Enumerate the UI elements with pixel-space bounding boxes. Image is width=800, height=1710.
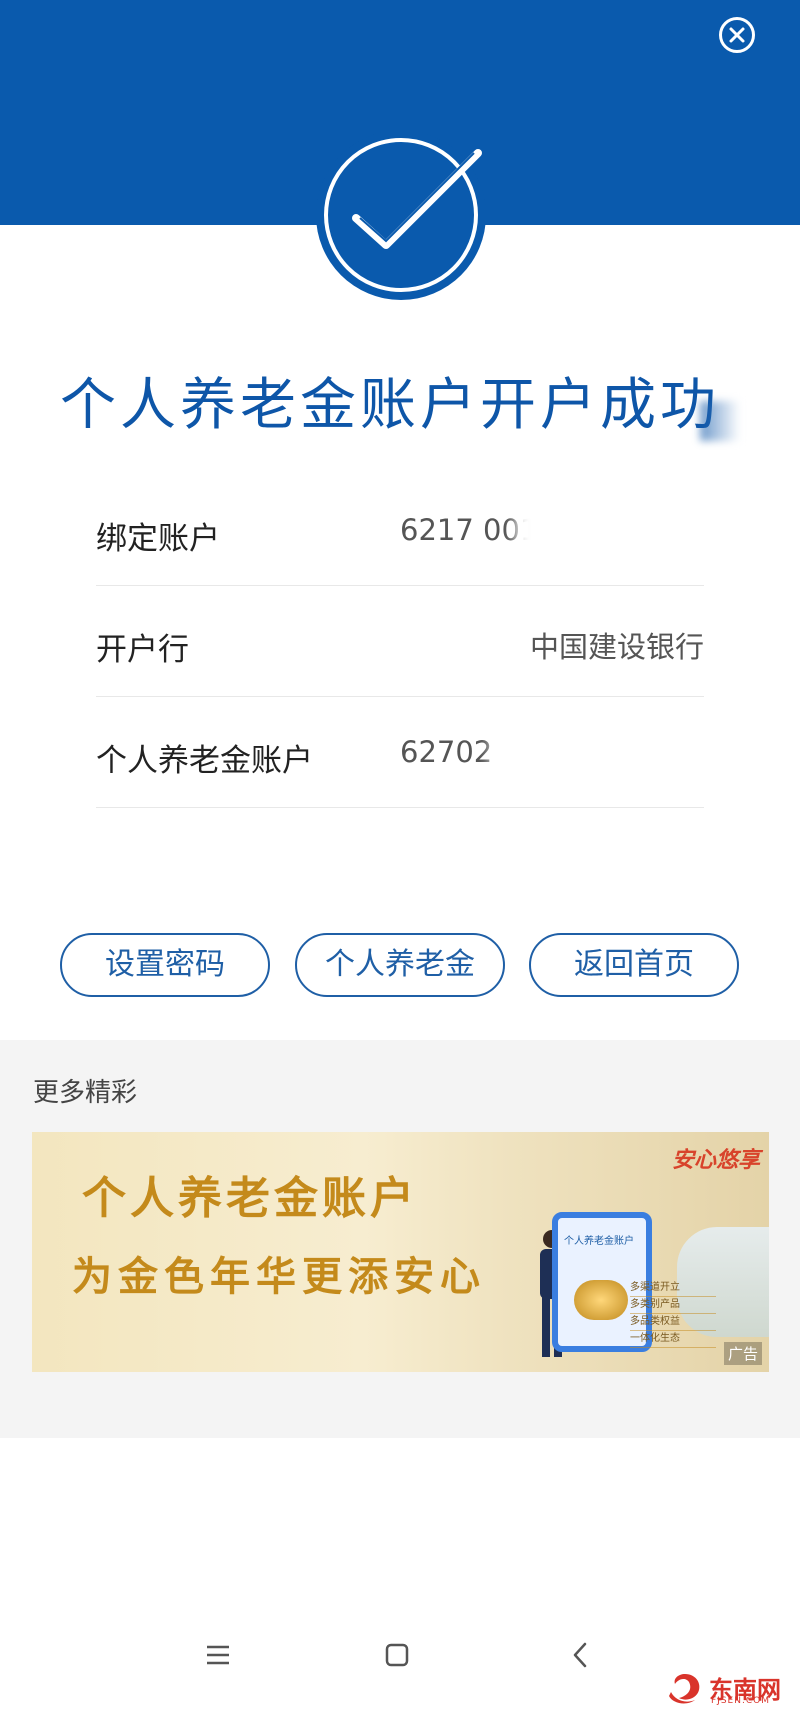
banner-features: 多渠道开立 多类别产品 多品类权益 一体化生态	[630, 1280, 716, 1348]
watermark-icon	[669, 1674, 700, 1704]
menu-icon[interactable]	[205, 1642, 231, 1668]
home-square-icon[interactable]	[384, 1642, 410, 1668]
banner-logo: 安心悠享	[672, 1148, 761, 1173]
close-icon[interactable]	[719, 17, 755, 53]
ad-banner[interactable]: 个人养老金账户 为金色年华更添安心 安心悠享 个人养老金账户 多渠道开立 多类别…	[32, 1132, 769, 1372]
gold-pot-icon	[574, 1280, 628, 1320]
info-value: 62702	[400, 735, 493, 769]
personal-pension-button[interactable]: 个人养老金	[295, 933, 505, 997]
action-buttons: 设置密码 个人养老金 返回首页	[60, 933, 740, 997]
info-label: 个人养老金账户	[96, 743, 313, 779]
more-title: 更多精彩	[33, 1078, 138, 1108]
feature-item: 一体化生态	[630, 1331, 716, 1348]
more-section: 更多精彩 个人养老金账户 为金色年华更添安心 安心悠享 个人养老金账户 多渠道开…	[0, 1040, 800, 1438]
banner-headline: 个人养老金账户	[82, 1173, 418, 1224]
ad-label: 广告	[724, 1342, 763, 1365]
set-password-button[interactable]: 设置密码	[60, 933, 270, 997]
info-row-pension-account: 个人养老金账户 62702	[96, 697, 704, 808]
check-circle-icon	[316, 130, 486, 300]
banner-subline: 为金色年华更添安心	[72, 1253, 486, 1300]
info-row-bank: 开户行 中国建设银行	[96, 586, 704, 697]
phone-text: 个人养老金账户	[564, 1236, 634, 1247]
page-title: 个人养老金账户开户成功	[0, 360, 800, 441]
info-value: 中国建设银行	[529, 630, 704, 664]
feature-item: 多品类权益	[630, 1314, 716, 1331]
info-label: 开户行	[96, 632, 189, 668]
watermark-logo: 东南网 FJSEN.COM	[665, 1670, 795, 1706]
feature-item: 多类别产品	[630, 1297, 716, 1314]
back-arrow-icon[interactable]	[568, 1642, 594, 1668]
watermark-sub: FJSEN.COM	[711, 1696, 770, 1706]
account-info: 绑定账户 6217 001 开户行 中国建设银行 个人养老金账户 62702	[96, 475, 704, 808]
back-home-button[interactable]: 返回首页	[529, 933, 739, 997]
info-row-bound-account: 绑定账户 6217 001	[96, 475, 704, 586]
feature-item: 多渠道开立	[630, 1280, 716, 1297]
info-label: 绑定账户	[96, 521, 220, 557]
